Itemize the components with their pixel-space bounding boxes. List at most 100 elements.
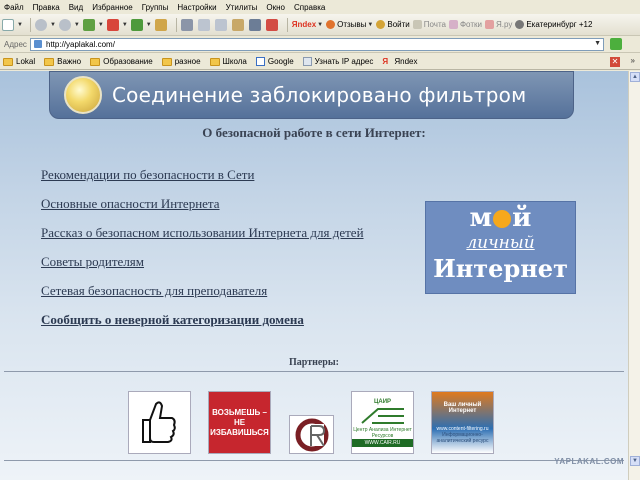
link-lokal[interactable]: Lokal (3, 57, 35, 66)
new-page-icon (2, 18, 14, 31)
partner-banner-thumbs-up[interactable] (128, 391, 191, 454)
divider (4, 371, 624, 372)
logo-line-1: мй (426, 204, 575, 232)
chevron-down-icon: ▼ (121, 21, 128, 28)
link-teacher-security[interactable]: Сетевая безопасность для преподавателя (41, 283, 364, 301)
my-personal-internet-logo[interactable]: мй личный Интернет (425, 201, 576, 294)
refresh-icon (130, 18, 143, 31)
yaru-label: Я.ру (495, 20, 513, 29)
find-button[interactable] (248, 16, 263, 34)
menu-groups[interactable]: Группы (142, 3, 169, 12)
weather-button[interactable]: Екатеринбург +12 (515, 16, 592, 34)
logo-line-3: Интернет (433, 254, 568, 283)
bookmark-button[interactable] (265, 16, 280, 34)
link-label: Школа (222, 57, 247, 66)
link-parent-tips[interactable]: Советы родителям (41, 254, 364, 272)
partner-banner-content-filtering[interactable]: Ваш личный Интернет www.content-filterin… (431, 391, 494, 454)
address-url[interactable]: http://yaplakal.com/ (46, 40, 115, 49)
yaru-button[interactable]: Я.ру (484, 16, 513, 34)
photos-icon (448, 20, 458, 29)
link-kids-story[interactable]: Рассказ о безопасном использовании Интер… (41, 225, 364, 243)
menu-settings[interactable]: Настройки (177, 3, 216, 12)
photos-label: Фотки (459, 20, 482, 29)
cf-line-2: www.content-filtering.ru (436, 425, 489, 432)
home-button[interactable] (154, 16, 169, 34)
link-yandex[interactable]: Я Яndex (382, 57, 417, 66)
login-button[interactable]: Войти (376, 16, 410, 34)
copy-button[interactable] (214, 16, 229, 34)
paste-button[interactable] (231, 16, 246, 34)
link-label: Важно (57, 57, 82, 66)
blocked-banner: Соединение заблокировано фильтром (49, 71, 574, 119)
yandex-search-button[interactable]: Яndex ▼ (292, 16, 323, 34)
yaru-icon (484, 20, 494, 29)
close-icon[interactable]: ✕ (610, 57, 620, 67)
links-bar: Lokal Важно Образование разное Школа Goo… (0, 54, 640, 70)
partner-banner-smoking[interactable]: ВОЗЬМЕШЬ – НЕ ИЗБАВИШЬСЯ (208, 391, 271, 454)
lightbulb-icon (64, 76, 102, 114)
cair-graphic-icon (352, 405, 413, 427)
thumbs-up-icon (141, 400, 176, 443)
menu-bar: Файл Правка Вид Избранное Группы Настрой… (0, 0, 640, 14)
forward-icon (58, 18, 71, 31)
address-label: Адрес (4, 39, 27, 49)
chevron-down-icon: ▼ (49, 21, 56, 28)
partner-banner-cr[interactable] (289, 415, 334, 454)
back-button[interactable]: ▼ (34, 16, 56, 34)
link-my-ip[interactable]: Узнать IP адрес (302, 57, 373, 66)
refresh-button[interactable]: ▼ (130, 16, 152, 34)
new-button[interactable]: ▼ (2, 16, 23, 34)
back-icon (34, 18, 47, 31)
scroll-up-icon[interactable]: ▲ (630, 72, 640, 82)
chevron-down-icon[interactable]: ▼ (594, 40, 601, 47)
print-button[interactable] (180, 16, 195, 34)
cf-content: Ваш личный Интернет www.content-filterin… (432, 402, 493, 444)
logo-line-2: личный (466, 233, 535, 253)
cf-graphic-icon (432, 414, 493, 426)
menu-favorites[interactable]: Избранное (92, 3, 133, 12)
yandex-icon: Я (382, 57, 389, 66)
reviews-icon (326, 20, 336, 29)
up-button[interactable]: ▼ (82, 16, 104, 34)
link-school[interactable]: Школа (209, 57, 247, 66)
forward-button[interactable]: ▼ (58, 16, 80, 34)
stop-icon (106, 18, 119, 31)
menu-window[interactable]: Окно (266, 3, 285, 12)
link-important[interactable]: Важно (44, 57, 81, 66)
scroll-down-icon[interactable]: ▼ (630, 456, 640, 466)
link-label: Образование (103, 57, 153, 66)
login-icon (376, 20, 386, 29)
mail-button[interactable]: Почта (412, 16, 446, 34)
stop-button[interactable]: ▼ (106, 16, 128, 34)
chevron-down-icon: ▼ (73, 21, 80, 28)
menu-view[interactable]: Вид (69, 3, 83, 12)
divider (4, 460, 624, 461)
menu-help[interactable]: Справка (294, 3, 325, 12)
vertical-scrollbar[interactable]: ▲ ▼ (628, 71, 640, 480)
link-education[interactable]: Образование (90, 57, 153, 66)
menu-file[interactable]: Файл (4, 3, 24, 12)
partner-banner-cair[interactable]: ЦАИР Центр Анализа Интернет Ресурсов WWW… (351, 391, 414, 454)
chevron-right-icon[interactable]: » (631, 56, 635, 65)
logo-letter-y: й (512, 203, 532, 233)
reviews-button[interactable]: Отзывы ▼ (326, 16, 373, 34)
link-label: Google (267, 57, 294, 66)
cut-button[interactable] (197, 16, 212, 34)
smiley-icon (493, 210, 512, 228)
go-button[interactable] (610, 38, 622, 50)
folder-icon (90, 57, 101, 66)
link-safety-recommendations[interactable]: Рекомендации по безопасности в Сети (41, 167, 364, 185)
link-internet-dangers[interactable]: Основные опасности Интернета (41, 196, 364, 214)
login-label: Войти (387, 20, 410, 29)
link-misc[interactable]: разное (161, 57, 201, 66)
link-google[interactable]: Google (255, 57, 294, 66)
menu-edit[interactable]: Правка (33, 3, 60, 12)
chevron-down-icon: ▼ (17, 21, 23, 28)
photos-button[interactable]: Фотки (448, 16, 482, 34)
menu-tools[interactable]: Утилиты (226, 3, 258, 12)
page-icon (34, 40, 42, 48)
address-input[interactable]: http://yaplakal.com/ ▼ (30, 37, 604, 51)
chevron-down-icon: ▼ (97, 21, 104, 28)
report-miscategorization-link[interactable]: Сообщить о неверной категоризации домена (41, 312, 364, 330)
bookmark-icon (265, 18, 278, 31)
